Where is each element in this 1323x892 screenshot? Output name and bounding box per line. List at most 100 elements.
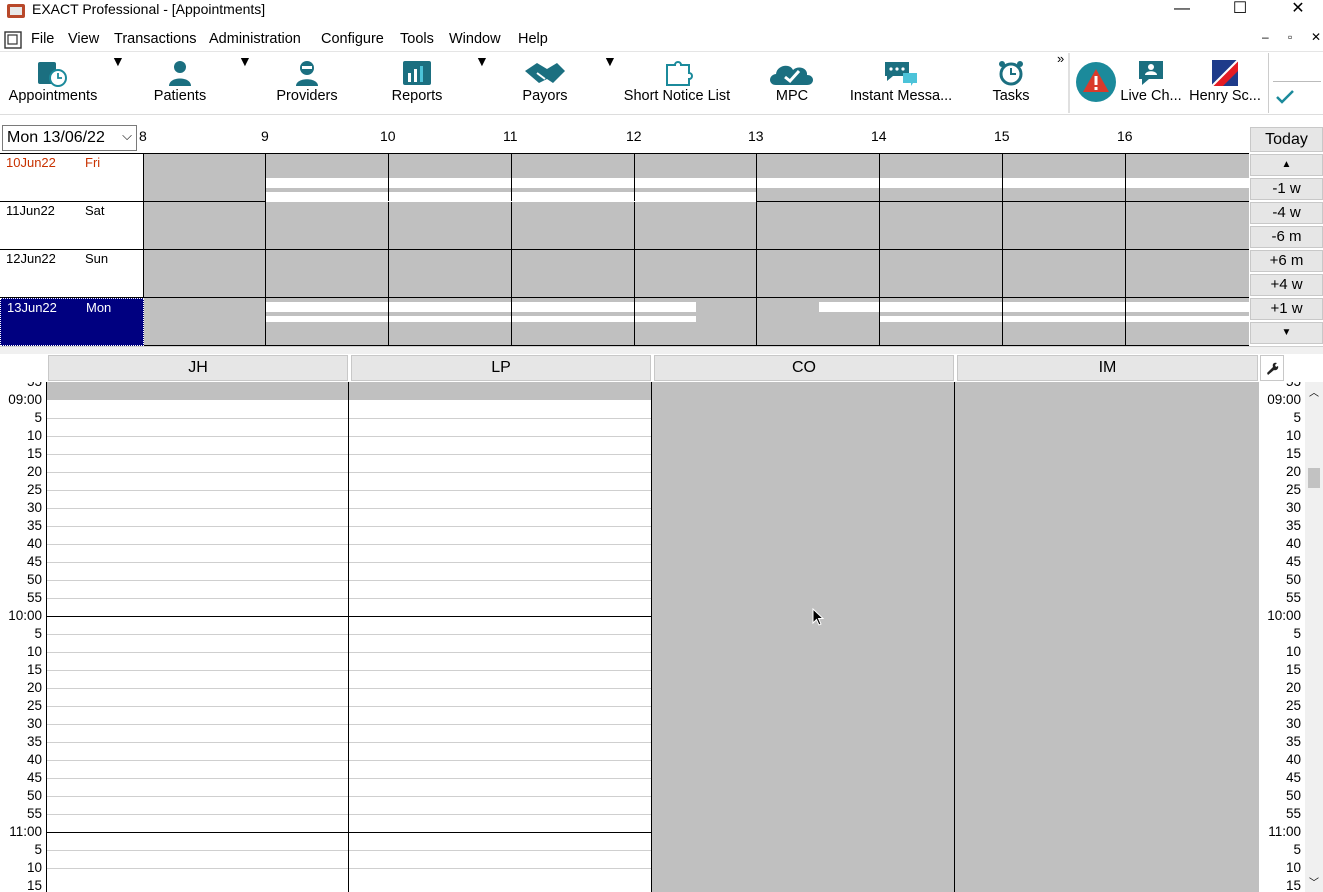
unavailable-slot: [349, 382, 651, 400]
provider-tab-jh[interactable]: JH: [48, 355, 348, 381]
day-row-label-selected[interactable]: 13Jun22 Mon: [0, 298, 144, 346]
minus-1-week-button[interactable]: -1 w: [1250, 178, 1323, 200]
live-chat-button[interactable]: Live Ch...: [1120, 53, 1182, 113]
day-row-label[interactable]: 11Jun22 Sat: [0, 202, 144, 250]
mouse-cursor-icon: [812, 608, 825, 626]
provider-column-lp[interactable]: [349, 382, 652, 892]
henry-schein-button[interactable]: Henry Sc...: [1186, 53, 1264, 113]
day-row-slots[interactable]: [144, 202, 1249, 250]
time-label: 50: [1285, 788, 1301, 803]
mdi-minimize-button[interactable]: –: [1262, 30, 1269, 44]
menu-file[interactable]: File: [31, 31, 54, 47]
providers-button[interactable]: Providers: [266, 53, 348, 113]
time-label: 15: [26, 662, 42, 677]
scrollbar-thumb[interactable]: [1308, 468, 1320, 488]
menu-configure[interactable]: Configure: [321, 31, 384, 47]
hour-label: 11: [503, 128, 518, 144]
time-label: 55: [26, 806, 42, 821]
vertical-scrollbar[interactable]: ︿ ﹀: [1305, 382, 1323, 892]
checkmark-icon[interactable]: [1275, 89, 1295, 105]
time-label: 20: [26, 464, 42, 479]
time-label: 25: [26, 698, 42, 713]
minimize-button[interactable]: —: [1159, 0, 1205, 20]
day-date: 10Jun22: [6, 155, 56, 170]
maximize-button[interactable]: ☐: [1217, 0, 1263, 20]
mdi-restore-button[interactable]: ▫: [1288, 30, 1292, 44]
provider-column-jh[interactable]: [46, 382, 349, 892]
reports-button[interactable]: Reports: [378, 53, 456, 113]
scroll-up-arrow-icon[interactable]: ︿: [1309, 384, 1319, 399]
time-label: 35: [26, 518, 42, 533]
payors-dropdown-icon[interactable]: ▼: [603, 53, 617, 113]
day-row-slots[interactable]: [144, 250, 1249, 298]
chevron-down-icon[interactable]: ⌵: [122, 128, 132, 144]
document-icon[interactable]: [4, 31, 22, 49]
menu-tools[interactable]: Tools: [400, 31, 434, 47]
patients-dropdown-icon[interactable]: ▼: [238, 53, 252, 113]
toolbar-separator: [1068, 53, 1070, 113]
today-button[interactable]: Today: [1250, 127, 1323, 152]
appointments-dropdown-icon[interactable]: ▼: [111, 53, 125, 113]
scroll-up-button[interactable]: ▲: [1250, 154, 1323, 176]
appointments-button[interactable]: Appointments: [0, 53, 106, 113]
provider-column-im[interactable]: [955, 382, 1259, 892]
time-label: 25: [1285, 698, 1301, 713]
plus-4-weeks-button[interactable]: +4 w: [1250, 274, 1323, 296]
available-strip: [266, 302, 696, 312]
time-label: 10:00: [1267, 608, 1301, 623]
tasks-button[interactable]: Tasks: [980, 53, 1042, 113]
time-label: 55: [1286, 382, 1301, 389]
day-row-label[interactable]: 10Jun22 Fri: [0, 154, 144, 202]
mdi-close-button[interactable]: ✕: [1311, 30, 1321, 44]
live-chat-label: Live Ch...: [1120, 88, 1182, 104]
day-row-slots[interactable]: [144, 298, 1249, 346]
time-label: 15: [26, 878, 42, 892]
mpc-button[interactable]: MPC: [760, 53, 824, 113]
scroll-down-arrow-icon[interactable]: ﹀: [1309, 874, 1319, 889]
day-date: 13Jun22: [7, 300, 57, 315]
instant-messages-button[interactable]: Instant Messa...: [848, 53, 954, 113]
app-icon: [7, 4, 25, 18]
minus-4-weeks-button[interactable]: -4 w: [1250, 202, 1323, 224]
short-notice-list-button[interactable]: Short Notice List: [618, 53, 736, 113]
patients-button[interactable]: Patients: [140, 53, 220, 113]
provider-tab-lp[interactable]: LP: [351, 355, 651, 381]
mpc-label: MPC: [775, 88, 809, 104]
provider-column-co[interactable]: [652, 382, 955, 892]
menu-transactions[interactable]: Transactions: [114, 31, 196, 47]
provider-tab-co[interactable]: CO: [654, 355, 954, 381]
day-name: Fri: [85, 155, 101, 170]
plus-1-week-button[interactable]: +1 w: [1250, 298, 1323, 320]
time-label: 15: [26, 446, 42, 461]
time-label: 50: [26, 788, 42, 803]
reports-dropdown-icon[interactable]: ▼: [475, 53, 489, 113]
alert-warning-icon[interactable]: [1075, 61, 1117, 103]
time-label: 11:00: [9, 824, 42, 839]
minus-6-months-button[interactable]: -6 m: [1250, 226, 1323, 248]
menu-help[interactable]: Help: [518, 31, 548, 47]
time-label: 09:00: [8, 392, 42, 407]
day-row-slots[interactable]: [144, 154, 1249, 202]
time-label: 30: [26, 716, 42, 731]
time-label: 5: [34, 842, 42, 857]
toolbar-overflow-icon[interactable]: »: [1057, 51, 1064, 66]
date-picker-value: Mon 13/06/22: [7, 129, 105, 146]
provider-tab-im[interactable]: IM: [957, 355, 1258, 381]
menu-view[interactable]: View: [68, 31, 99, 47]
henry-schein-label: Henry Sc...: [1189, 88, 1261, 104]
time-label: 09:00: [1267, 392, 1301, 407]
splitter[interactable]: [0, 346, 1323, 354]
payors-button[interactable]: Payors: [505, 53, 585, 113]
settings-button[interactable]: [1260, 355, 1284, 381]
scroll-down-button[interactable]: ▼: [1250, 322, 1323, 344]
time-label: 40: [1285, 536, 1301, 551]
menu-window[interactable]: Window: [449, 31, 501, 47]
providers-label: Providers: [276, 88, 338, 104]
day-row-label[interactable]: 12Jun22 Sun: [0, 250, 144, 298]
date-picker[interactable]: Mon 13/06/22 ⌵: [2, 125, 137, 151]
person-icon: [169, 61, 191, 86]
hour-label: 14: [871, 128, 887, 144]
close-button[interactable]: ✕: [1275, 0, 1321, 20]
plus-6-months-button[interactable]: +6 m: [1250, 250, 1323, 272]
menu-administration[interactable]: Administration: [209, 31, 301, 47]
